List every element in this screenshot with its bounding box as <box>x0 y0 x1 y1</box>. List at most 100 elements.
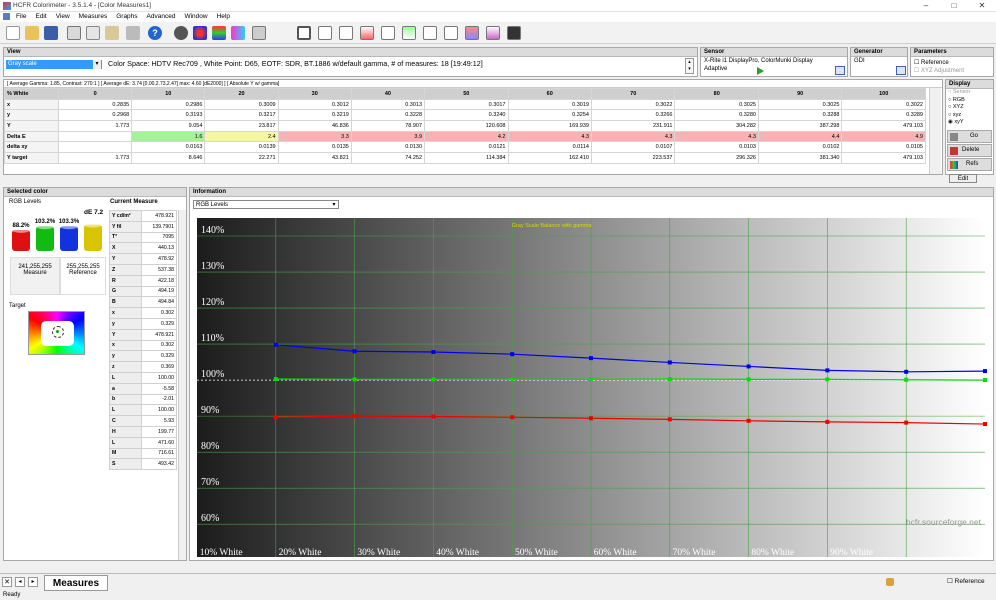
table-cell[interactable]: 78.907 <box>350 120 426 132</box>
table-cell[interactable] <box>57 130 133 143</box>
data-point[interactable] <box>352 377 357 382</box>
column-header[interactable]: 40 <box>350 88 426 100</box>
print-icon[interactable] <box>126 26 140 40</box>
table-cell[interactable]: 169.939 <box>507 120 592 132</box>
data-point[interactable] <box>904 377 909 382</box>
display-option-xyz[interactable]: ○ xyz <box>948 112 970 120</box>
open-icon[interactable] <box>25 26 39 40</box>
table-cell[interactable]: 4.3 <box>590 130 676 143</box>
data-point[interactable] <box>746 364 751 369</box>
data-point[interactable] <box>667 417 672 422</box>
data-point[interactable] <box>352 349 357 354</box>
view-spinner[interactable]: ▴ ▾ <box>685 58 694 74</box>
table-cell[interactable]: 114.384 <box>424 152 509 164</box>
sensor-config-icon[interactable] <box>835 66 845 75</box>
reference-checkbox[interactable]: ☐ Reference <box>914 59 949 66</box>
table-scrollbar[interactable] <box>929 88 941 174</box>
table-cell[interactable]: 479.103 <box>841 120 926 132</box>
table-cell[interactable]: 0.2986 <box>131 98 206 111</box>
table-cell[interactable]: 0.3022 <box>841 98 926 111</box>
data-point[interactable] <box>825 377 830 382</box>
view-datasheet-icon[interactable] <box>297 26 311 40</box>
column-header[interactable]: 0 <box>57 88 133 100</box>
table-cell[interactable]: 0.0163 <box>131 141 206 154</box>
table-cell[interactable]: 9.054 <box>131 120 206 132</box>
table-cell[interactable]: 46.836 <box>277 120 352 132</box>
table-row[interactable]: Delta E 1.6 2.4 3.3 3.9 4.2 4.3 4.3 4.3 4.4 4.9 <box>4 130 926 143</box>
display-option-xyz[interactable]: ○ XYZ <box>948 104 970 112</box>
table-cell[interactable]: 0.0103 <box>674 141 759 154</box>
table-cell[interactable]: 74.252 <box>350 152 426 164</box>
table-cell[interactable]: 0.0130 <box>350 141 426 154</box>
table-cell[interactable]: 0.0139 <box>204 141 279 154</box>
new-icon[interactable] <box>6 26 20 40</box>
delete-button[interactable]: Delete <box>947 144 992 157</box>
table-cell[interactable]: 0.3013 <box>350 98 426 111</box>
column-header[interactable]: 80 <box>674 88 759 100</box>
column-header[interactable]: 70 <box>590 88 676 100</box>
menu-help[interactable]: Help <box>217 13 230 20</box>
view-saturation-icon[interactable] <box>465 26 479 40</box>
view-scope-icon[interactable] <box>507 26 521 40</box>
menu-edit[interactable]: Edit <box>35 13 46 20</box>
table-cell[interactable]: 1.773 <box>57 120 133 132</box>
sensor-icon[interactable] <box>174 26 188 40</box>
menu-measures[interactable]: Measures <box>79 13 108 20</box>
column-header[interactable]: 50 <box>424 88 509 100</box>
table-row[interactable]: y 0.2968 0.3193 0.3217 0.3219 0.3228 0.3240 0.3… <box>4 109 926 122</box>
data-point[interactable] <box>352 414 357 419</box>
table-cell[interactable]: 0.3009 <box>204 98 279 111</box>
table-cell[interactable]: 0.3240 <box>424 109 509 122</box>
table-cell[interactable]: 479.103 <box>841 152 926 164</box>
prev-tab-icon[interactable]: ◂ <box>15 577 25 587</box>
data-point[interactable] <box>431 350 436 355</box>
menu-advanced[interactable]: Advanced <box>147 13 176 20</box>
bottom-reference-checkbox[interactable]: ☐ Reference <box>947 577 985 585</box>
table-cell[interactable]: 0.2968 <box>57 109 133 122</box>
view-cie-icon[interactable] <box>402 26 416 40</box>
table-cell[interactable]: 0.3266 <box>590 109 676 122</box>
table-cell[interactable]: 0.3017 <box>424 98 509 111</box>
table-cell[interactable]: 1.6 <box>131 130 206 143</box>
dropdown-chevron-icon[interactable]: ▾ <box>330 201 338 209</box>
view-gray-icon[interactable] <box>318 26 332 40</box>
close-button[interactable]: ✕ <box>972 0 992 12</box>
view-gamma-icon[interactable] <box>339 26 353 40</box>
measure-scrollbar[interactable] <box>178 210 186 560</box>
palette-icon[interactable] <box>231 26 245 40</box>
view-luminance-icon[interactable] <box>381 26 395 40</box>
table-cell[interactable]: 387.298 <box>757 120 843 132</box>
table-cell[interactable]: 296.326 <box>674 152 759 164</box>
table-cell[interactable]: 0.0121 <box>424 141 509 154</box>
table-cell[interactable]: 0.0105 <box>841 141 926 154</box>
table-row[interactable]: delta xy 0.0163 0.0139 0.0135 0.0130 0.0121 0.… <box>4 141 926 154</box>
table-row[interactable]: Y target 1.773 8.646 22.271 43.821 74.252 114.… <box>4 152 926 164</box>
table-cell[interactable]: 304.282 <box>674 120 759 132</box>
tab-measures[interactable]: Measures <box>44 575 108 591</box>
refs-button[interactable]: Refs <box>947 158 992 171</box>
table-cell[interactable]: 4.2 <box>424 130 509 143</box>
data-point[interactable] <box>589 356 593 361</box>
table-row[interactable]: x 0.2835 0.2986 0.3009 0.3012 0.3013 0.3017 0.3… <box>4 98 926 111</box>
xyz-adjust-checkbox[interactable]: ☐ XYZ Adjustment <box>914 67 964 74</box>
menu-window[interactable]: Window <box>184 13 207 20</box>
view-dropdown[interactable]: Gray scale ▾ <box>6 60 102 69</box>
table-cell[interactable]: 0.3280 <box>674 109 759 122</box>
measures-table[interactable]: % White 0 10 20 30 40 50 60 70 80 90 100 x 0.2835 0.29… <box>4 88 926 164</box>
table-cell[interactable]: 223.537 <box>590 152 676 164</box>
table-cell[interactable]: 43.821 <box>277 152 352 164</box>
sensor-play-icon[interactable] <box>757 67 764 75</box>
menu-view[interactable]: View <box>56 13 70 20</box>
table-cell[interactable]: 1.773 <box>57 152 133 164</box>
column-header[interactable]: 60 <box>507 88 592 100</box>
generator-icon[interactable] <box>252 26 266 40</box>
table-cell[interactable]: 8.646 <box>131 152 206 164</box>
table-cell[interactable]: 0.0102 <box>757 141 843 154</box>
table-cell[interactable]: 4.3 <box>507 130 592 143</box>
table-cell[interactable] <box>57 141 133 154</box>
data-point[interactable] <box>273 415 278 420</box>
view-colortemp-icon[interactable] <box>423 26 437 40</box>
data-point[interactable] <box>825 419 830 424</box>
go-button[interactable]: Go <box>947 130 992 143</box>
help-icon[interactable]: ? <box>148 26 162 40</box>
